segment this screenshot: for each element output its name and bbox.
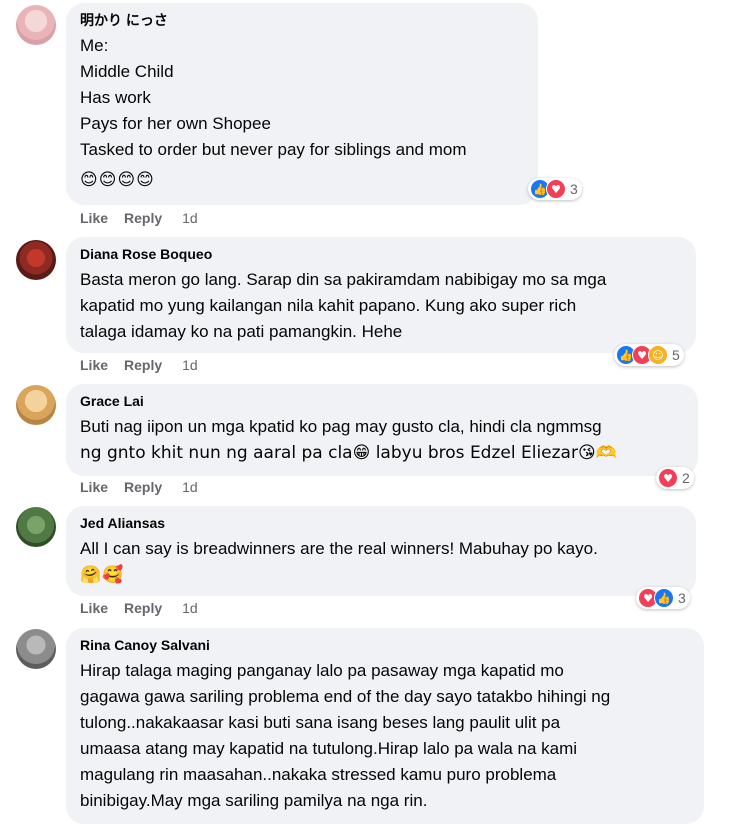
- comment-line: Hirap talaga maging panganay lalo pa pas…: [80, 661, 564, 680]
- comment-time[interactable]: 1d: [182, 479, 198, 495]
- avatar[interactable]: [16, 5, 56, 45]
- comment-text: Hirap talaga maging panganay lalo pa pas…: [80, 658, 690, 814]
- reaction-count: 3: [570, 181, 578, 197]
- comment-line: tulong..nakakaasar kasi buti sana isang …: [80, 713, 561, 732]
- comment-text: Buti nag iipon un mga kpatid ko pag may …: [80, 414, 684, 466]
- comment-line: gagawa gawa sariling problema end of the…: [80, 687, 611, 706]
- comment-author[interactable]: Grace Lai: [80, 392, 684, 410]
- comment-bubble: Diana Rose Boqueo Basta meron go lang. S…: [66, 237, 696, 353]
- comment-line: Pays for her own Shopee: [80, 114, 271, 133]
- comment-line: umaasa atang may kapatid na tutulong.Hir…: [80, 739, 578, 758]
- reaction-summary[interactable]: 👍 ♥ 3: [528, 178, 582, 200]
- comment-actions: Like Reply 1d: [80, 210, 198, 226]
- comment-emojis: 😊😊😊😊: [80, 170, 155, 190]
- comment-line: Tasked to order but never pay for siblin…: [80, 140, 467, 159]
- comment-author[interactable]: Diana Rose Boqueo: [80, 245, 682, 263]
- comment-author[interactable]: Rina Canoy Salvani: [80, 636, 690, 654]
- comment-line: talaga idamay ko na pati pamangkin. Hehe: [80, 322, 403, 341]
- like-button[interactable]: Like: [80, 357, 108, 373]
- reply-button[interactable]: Reply: [124, 479, 162, 495]
- reply-button[interactable]: Reply: [124, 600, 162, 616]
- reply-button[interactable]: Reply: [124, 210, 162, 226]
- avatar[interactable]: [16, 385, 56, 425]
- comment-text: All I can say is breadwinners are the re…: [80, 536, 682, 562]
- love-icon: ♥: [658, 468, 678, 488]
- reply-button[interactable]: Reply: [124, 357, 162, 373]
- reaction-summary[interactable]: ♥ 2: [656, 467, 694, 489]
- comment-actions: Like Reply 1d: [80, 357, 198, 373]
- comment-actions: Like Reply 1d: [80, 479, 198, 495]
- comment-line: Basta meron go lang. Sarap din sa pakira…: [80, 270, 607, 289]
- comment-author[interactable]: Jed Aliansas: [80, 514, 682, 532]
- comment-time[interactable]: 1d: [182, 600, 198, 616]
- comment-bubble: Rina Canoy Salvani Hirap talaga maging p…: [66, 628, 704, 824]
- comment-author[interactable]: 明かり にっさ: [80, 11, 524, 29]
- avatar[interactable]: [16, 507, 56, 547]
- comment-bubble: 明かり にっさ Me: Middle Child Has work Pays f…: [66, 3, 538, 205]
- reaction-summary[interactable]: 👍 ♥ ☺ 5: [614, 344, 684, 366]
- reaction-count: 3: [678, 590, 686, 606]
- comment-text: Basta meron go lang. Sarap din sa pakira…: [80, 267, 682, 345]
- comment-time[interactable]: 1d: [182, 210, 198, 226]
- comment-line: Me:: [80, 36, 109, 55]
- comment-line: All I can say is breadwinners are the re…: [80, 539, 598, 558]
- love-icon: ♥: [546, 179, 566, 199]
- comment-line: ng gnto khit nun ng aaral pa cla😁 labyu …: [80, 443, 617, 463]
- comment-bubble: Grace Lai Buti nag iipon un mga kpatid k…: [66, 384, 698, 476]
- reaction-count: 5: [672, 347, 680, 363]
- care-icon: ☺: [648, 345, 668, 365]
- like-button[interactable]: Like: [80, 479, 108, 495]
- reaction-count: 2: [682, 470, 690, 486]
- comment-text: Me: Middle Child Has work Pays for her o…: [80, 33, 524, 163]
- comment-line: magulang rin maasahan..nakaka stressed k…: [80, 765, 557, 784]
- comment-emojis: 🤗🥰: [80, 565, 125, 585]
- comment-time[interactable]: 1d: [182, 357, 198, 373]
- comment-line: binibigay.May mga sariling pamilya na ng…: [80, 791, 428, 810]
- comment-line: Middle Child: [80, 62, 174, 81]
- comment-actions: Like Reply 1d: [80, 600, 198, 616]
- comment-bubble: Jed Aliansas All I can say is breadwinne…: [66, 506, 696, 596]
- like-button[interactable]: Like: [80, 600, 108, 616]
- avatar[interactable]: [16, 629, 56, 669]
- reaction-summary[interactable]: ♥ 👍 3: [636, 587, 690, 609]
- avatar[interactable]: [16, 240, 56, 280]
- like-icon: 👍: [654, 588, 674, 608]
- comment-line: Buti nag iipon un mga kpatid ko pag may …: [80, 417, 602, 436]
- comment-line: Has work: [80, 88, 151, 107]
- comment-line: kapatid mo yung kailangan nila kahit pap…: [80, 296, 577, 315]
- like-button[interactable]: Like: [80, 210, 108, 226]
